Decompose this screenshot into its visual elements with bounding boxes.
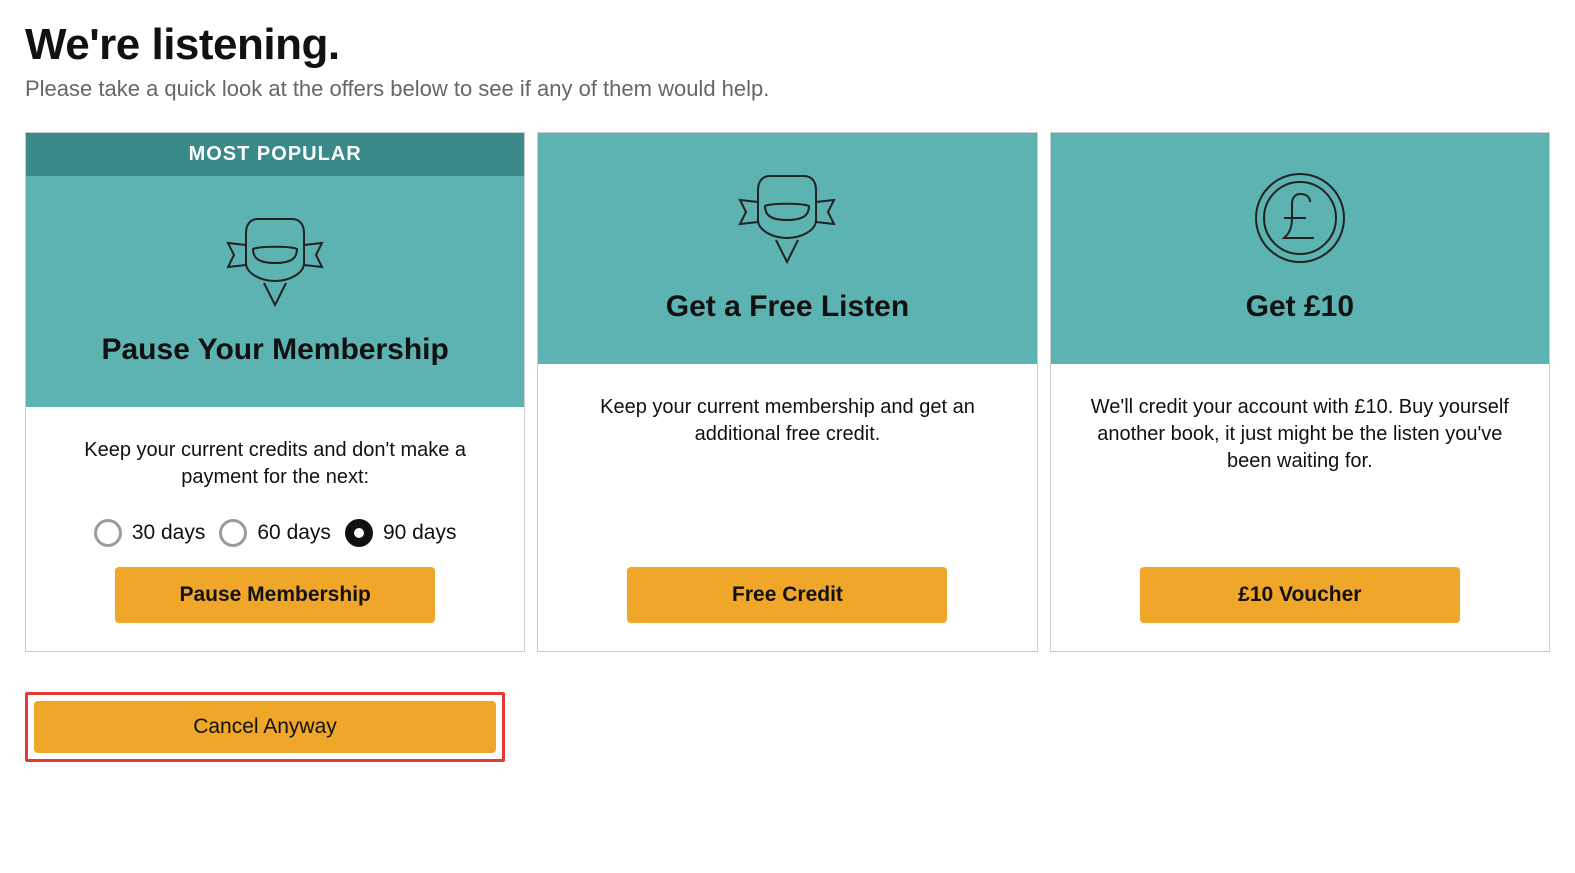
card-body-voucher: We'll credit your account with £10. Buy … — [1051, 364, 1549, 651]
ribbon-badge-icon — [732, 165, 842, 270]
pause-membership-button[interactable]: Pause Membership — [115, 567, 435, 623]
card-body-free: Keep your current membership and get an … — [538, 364, 1036, 651]
ribbon-badge-icon — [220, 208, 330, 313]
offer-card-free-listen: Get a Free Listen Keep your current memb… — [537, 132, 1037, 652]
card-title-free: Get a Free Listen — [666, 290, 909, 324]
radio-icon — [94, 519, 122, 547]
radio-label: 30 days — [132, 521, 206, 545]
radio-icon — [219, 519, 247, 547]
card-header-voucher: Get £10 — [1051, 133, 1549, 364]
voucher-button[interactable]: £10 Voucher — [1140, 567, 1460, 623]
card-desc-pause: Keep your current credits and don't make… — [62, 437, 488, 491]
page-subtitle: Please take a quick look at the offers b… — [25, 76, 1550, 102]
radio-option-60[interactable]: 60 days — [219, 519, 331, 547]
pound-coin-icon — [1250, 165, 1350, 270]
popular-badge: MOST POPULAR — [26, 133, 524, 176]
pause-duration-options: 30 days 60 days 90 days — [62, 519, 488, 547]
card-desc-free: Keep your current membership and get an … — [574, 394, 1000, 448]
card-title-pause: Pause Your Membership — [101, 333, 448, 367]
offer-card-voucher: Get £10 We'll credit your account with £… — [1050, 132, 1550, 652]
radio-option-30[interactable]: 30 days — [94, 519, 206, 547]
card-title-voucher: Get £10 — [1246, 290, 1354, 324]
card-header-pause: Pause Your Membership — [26, 176, 524, 407]
card-body-pause: Keep your current credits and don't make… — [26, 407, 524, 651]
card-header-free: Get a Free Listen — [538, 133, 1036, 364]
cancel-anyway-button[interactable]: Cancel Anyway — [34, 701, 496, 753]
offer-cards: MOST POPULAR Pause Your Membership Keep … — [25, 132, 1550, 652]
radio-label: 90 days — [383, 521, 457, 545]
cancel-highlight-box: Cancel Anyway — [25, 692, 505, 762]
page-title: We're listening. — [25, 20, 1550, 70]
radio-label: 60 days — [257, 521, 331, 545]
radio-option-90[interactable]: 90 days — [345, 519, 457, 547]
offer-card-pause: MOST POPULAR Pause Your Membership Keep … — [25, 132, 525, 652]
free-credit-button[interactable]: Free Credit — [627, 567, 947, 623]
card-desc-voucher: We'll credit your account with £10. Buy … — [1087, 394, 1513, 475]
radio-icon — [345, 519, 373, 547]
